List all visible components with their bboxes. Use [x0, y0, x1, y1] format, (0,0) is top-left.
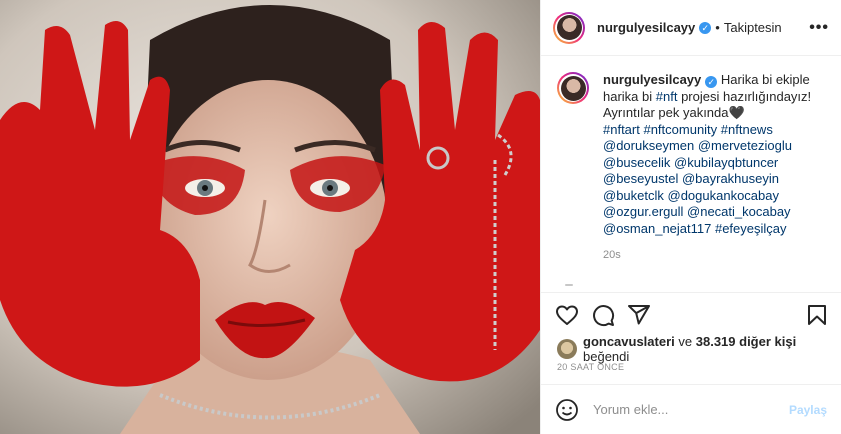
likes-connector: ve [678, 334, 693, 349]
caption-mentions-1[interactable]: @dorukseymen @mervetezioglu [603, 138, 825, 155]
bookmark-icon[interactable] [805, 303, 829, 327]
heart-icon[interactable] [555, 303, 579, 327]
author-avatar[interactable] [553, 11, 585, 44]
post-sidebar: nurgulyesilcayy ✓ • Takiptesin ••• nurgu… [540, 0, 841, 434]
likes-count[interactable]: 38.319 diğer kişi [696, 334, 796, 349]
caption-body: nurgulyesilcayy ✓ Harika bi ekiple harika… [603, 72, 825, 264]
author-username[interactable]: nurgulyesilcayy [597, 20, 695, 35]
scroll-indicator [565, 284, 573, 286]
comments-section: nurgulyesilcayy ✓ Harika bi ekiple harika… [541, 56, 841, 286]
more-options-icon[interactable]: ••• [809, 19, 829, 37]
post-header: nurgulyesilcayy ✓ • Takiptesin ••• [541, 0, 841, 56]
likes-summary: goncavuslateri ve 38.319 diğer kişi beğe… [557, 334, 829, 364]
verified-badge-icon: ✓ [699, 21, 712, 34]
caption-mentions-6[interactable]: @osman_nejat117 #efeyeşilçay [603, 221, 825, 238]
follow-status[interactable]: Takiptesin [724, 20, 782, 35]
share-icon[interactable] [627, 303, 651, 327]
liker-username[interactable]: goncavuslateri [583, 334, 675, 349]
post-photo-graphic [0, 0, 540, 434]
add-comment-bar: Paylaş [541, 384, 841, 434]
caption-mentions-3[interactable]: @beseyustel @bayrakhuseyin [603, 171, 825, 188]
comment-icon[interactable] [591, 303, 615, 327]
caption-mentions-5[interactable]: @ozgur.ergull @necati_kocabay [603, 204, 825, 221]
verified-badge-icon: ✓ [705, 76, 718, 88]
action-bar [541, 292, 841, 336]
post-image[interactable] [0, 0, 540, 434]
caption-mentions-4[interactable]: @buketclk @dogukankocabay [603, 188, 825, 205]
separator-dot: • [715, 20, 720, 35]
instagram-post: nurgulyesilcayy ✓ • Takiptesin ••• nurgu… [0, 0, 841, 434]
caption-avatar[interactable] [557, 72, 589, 104]
post-comment-button[interactable]: Paylaş [789, 403, 827, 417]
liker-avatar[interactable] [557, 339, 577, 359]
caption-hashtags[interactable]: #nftart #nftcomunity #nftnews [603, 122, 825, 139]
caption: nurgulyesilcayy ✓ Harika bi ekiple harika… [557, 72, 825, 264]
comment-input[interactable] [593, 402, 789, 417]
post-timestamp[interactable]: 20 SAAT ÖNCE [557, 362, 624, 372]
caption-hashtag[interactable]: #nft [656, 89, 678, 104]
caption-time[interactable]: 20s [603, 247, 825, 264]
emoji-icon[interactable] [555, 398, 579, 422]
caption-username[interactable]: nurgulyesilcayy [603, 72, 701, 87]
caption-mentions-2[interactable]: @busecelik @kubilayqbtuncer [603, 155, 825, 172]
